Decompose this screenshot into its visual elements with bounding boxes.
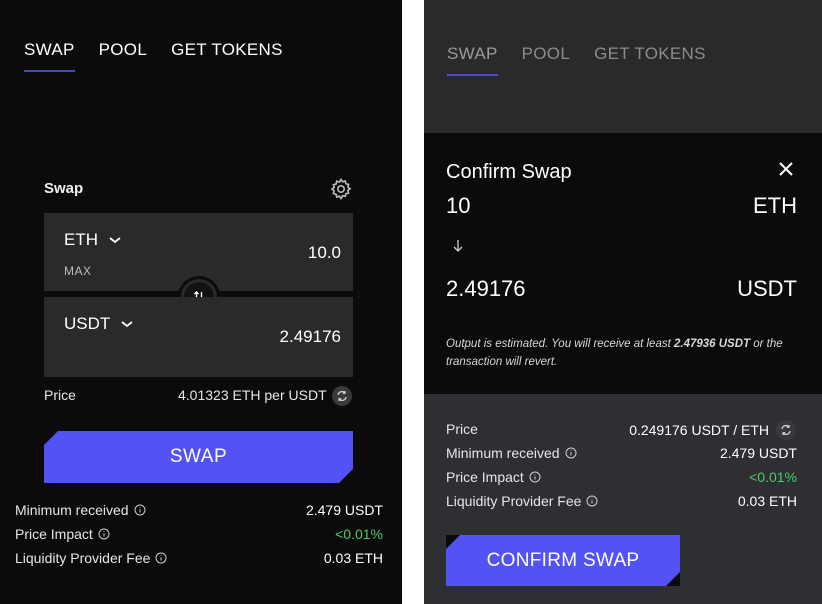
- arrow-down-icon: [453, 240, 463, 252]
- confirm-panel: SWAP POOL GET TOKENS Confirm Swap 10 ETH…: [424, 0, 822, 604]
- detail-price: Price: [446, 421, 478, 437]
- to-symbol: USDT: [737, 276, 797, 301]
- modal-title: Confirm Swap: [446, 161, 572, 183]
- detail-label: Price Impact: [15, 526, 93, 542]
- close-icon[interactable]: [777, 160, 795, 178]
- detail-minimum-received: Minimum received: [15, 502, 146, 518]
- detail-minimum-received: Minimum received: [446, 445, 577, 461]
- price-label: Price: [44, 387, 76, 403]
- info-icon[interactable]: [565, 447, 577, 459]
- from-amount: 10: [446, 193, 471, 218]
- swap-button-label: SWAP: [169, 446, 228, 467]
- note-min-amount: 2.47936 USDT: [673, 338, 751, 350]
- detail-label: Liquidity Provider Fee: [15, 550, 151, 566]
- info-icon[interactable]: [98, 528, 110, 540]
- info-icon[interactable]: [529, 471, 541, 483]
- detail-label: Liquidity Provider Fee: [446, 493, 582, 509]
- confirm-swap-modal: Confirm Swap 10 ETH 2.49176 USDT Output …: [424, 133, 822, 394]
- detail-lp-fee: Liquidity Provider Fee: [15, 550, 167, 566]
- refresh-price-button[interactable]: [332, 386, 352, 406]
- tab-get-tokens[interactable]: GET TOKENS: [171, 40, 283, 72]
- tab-swap[interactable]: SWAP: [447, 44, 498, 76]
- tab-get-tokens[interactable]: GET TOKENS: [594, 44, 706, 76]
- detail-value: <0.01%: [749, 469, 797, 485]
- detail-value: <0.01%: [335, 526, 383, 542]
- detail-value: 2.479 USDT: [305, 502, 383, 518]
- confirm-swap-button[interactable]: CONFIRM SWAP: [446, 535, 680, 586]
- detail-value: 0.03 ETH: [737, 493, 797, 509]
- from-token-symbol: ETH: [64, 230, 98, 249]
- detail-label: Minimum received: [446, 445, 560, 461]
- chevron-down-icon: [109, 237, 121, 244]
- detail-price-impact: Price Impact: [446, 469, 541, 485]
- swap-card-title: Swap: [44, 180, 84, 197]
- note-text: Output is estimated. You will receive at…: [446, 338, 674, 350]
- detail-value: 0.03 ETH: [323, 550, 383, 566]
- from-token-selector[interactable]: ETH: [64, 230, 122, 250]
- detail-label: Price Impact: [446, 469, 524, 485]
- detail-label: Minimum received: [15, 502, 129, 518]
- to-token-symbol: USDT: [64, 314, 111, 333]
- info-icon[interactable]: [155, 552, 167, 564]
- confirm-swap-label: CONFIRM SWAP: [486, 549, 640, 571]
- tab-swap[interactable]: SWAP: [24, 40, 75, 72]
- from-amount-input[interactable]: 10.0: [308, 243, 341, 263]
- swap-button[interactable]: SWAP: [44, 431, 353, 483]
- from-symbol: ETH: [753, 193, 797, 218]
- refresh-price-button[interactable]: [776, 420, 796, 440]
- to-amount-input[interactable]: 2.49176: [280, 327, 341, 347]
- tab-pool[interactable]: POOL: [99, 40, 147, 72]
- info-icon[interactable]: [586, 495, 598, 507]
- to-token-box: USDT 2.49176: [44, 297, 353, 377]
- to-token-selector[interactable]: USDT: [64, 314, 134, 334]
- info-icon[interactable]: [134, 504, 146, 516]
- tab-pool[interactable]: POOL: [522, 44, 570, 76]
- refresh-icon: [781, 424, 791, 436]
- detail-value: 0.249176 USDT / ETH: [629, 422, 769, 438]
- chevron-down-icon: [121, 321, 133, 328]
- gear-icon[interactable]: [329, 177, 353, 201]
- top-nav: SWAP POOL GET TOKENS: [24, 40, 283, 72]
- detail-price-impact: Price Impact: [15, 526, 110, 542]
- confirm-details: Price 0.249176 USDT / ETH Minimum receiv…: [424, 394, 822, 604]
- detail-label: Price: [446, 421, 478, 437]
- detail-value: 2.479 USDT: [719, 445, 797, 461]
- detail-lp-fee: Liquidity Provider Fee: [446, 493, 598, 509]
- top-nav: SWAP POOL GET TOKENS: [447, 44, 706, 76]
- swap-panel: SWAP POOL GET TOKENS Swap ETH 10.0 MAX U…: [0, 0, 402, 604]
- price-value: 4.01323 ETH per USDT: [178, 387, 327, 403]
- to-amount: 2.49176: [446, 276, 526, 301]
- max-button[interactable]: MAX: [64, 264, 92, 278]
- refresh-icon: [337, 390, 347, 402]
- estimate-note: Output is estimated. You will receive at…: [446, 335, 806, 371]
